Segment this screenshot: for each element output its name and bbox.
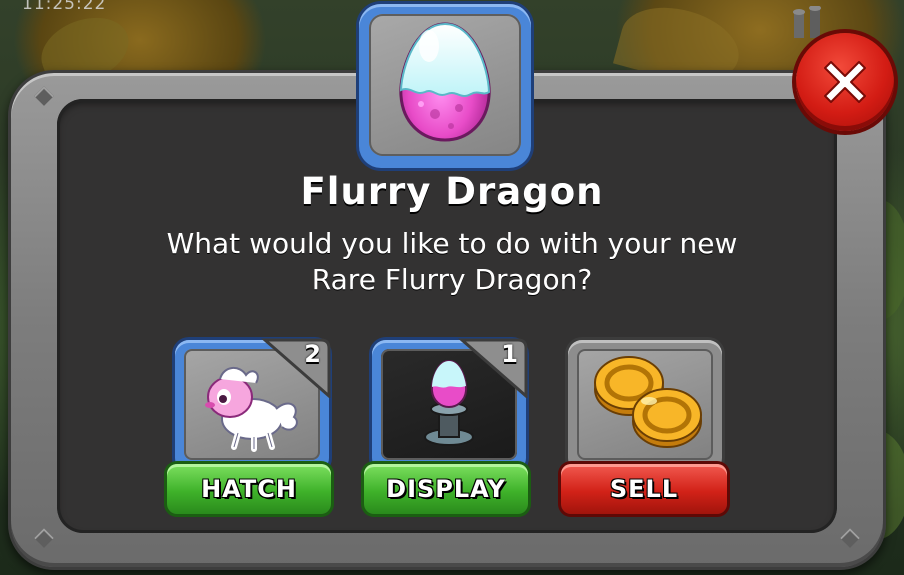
background-tower-icon [793,6,821,38]
display-count-badge: 1 [458,338,528,398]
corner-rivet [34,86,54,106]
close-button[interactable] [796,33,894,131]
hatch-count-badge: 2 [261,338,331,398]
sell-button[interactable]: SELL [561,464,727,514]
hatch-count: 2 [304,340,321,368]
message-line-2: Rare Flurry Dragon? [311,263,593,296]
hatch-option-card[interactable]: 2 [175,338,331,472]
display-count: 1 [501,340,518,368]
close-icon [824,61,866,103]
status-clock: 11:25:22 [22,0,107,14]
flurry-dragon-egg-icon [399,22,491,142]
display-button[interactable]: DISPLAY [364,464,528,514]
sell-preview [577,349,713,460]
dragon-egg-frame [359,4,531,168]
dialog-title: Flurry Dragon [300,170,604,213]
sell-option-card[interactable] [568,340,722,472]
gold-coins-icon [594,356,702,448]
display-option-card[interactable]: 1 [372,338,528,472]
corner-rivet [840,528,860,548]
corner-rivet [34,528,54,548]
dialog-message: What would you like to do with your new … [0,226,904,298]
message-line-1: What would you like to do with your new [166,227,738,260]
hatch-button[interactable]: HATCH [167,464,331,514]
